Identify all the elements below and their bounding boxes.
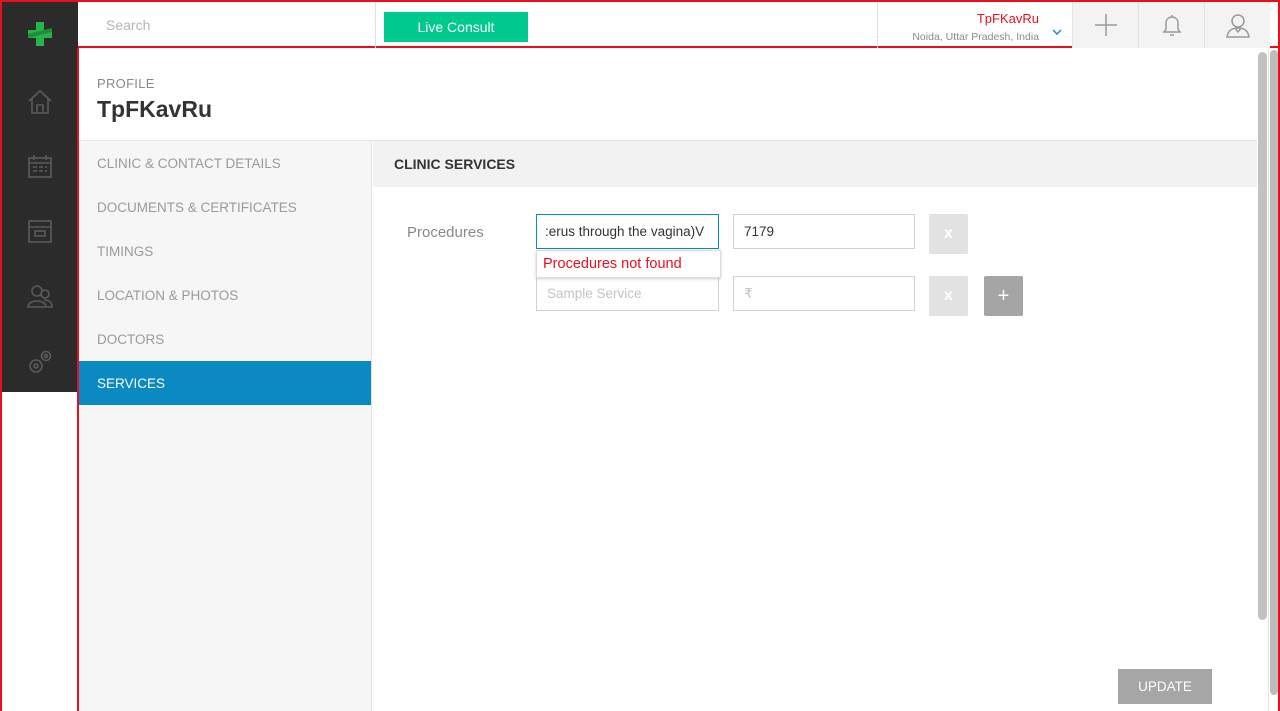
bell-icon[interactable] [1138,2,1204,48]
service-name-input[interactable] [536,214,719,249]
service-price-input[interactable] [733,214,915,249]
clinic-selector[interactable]: TpFKavRu Noida, Uttar Pradesh, India [877,2,1072,48]
user-icon[interactable] [1204,2,1270,48]
top-bar: Live Consult TpFKavRu Noida, Uttar Prade… [78,2,1278,48]
content-scrollbar-thumb[interactable] [1258,52,1267,620]
remove-new-service-button[interactable]: x [929,276,968,316]
update-button[interactable]: UPDATE [1118,669,1212,704]
section-title: CLINIC SERVICES [394,156,516,172]
practo-cross-logo[interactable] [2,2,78,66]
clinic-location: Noida, Uttar Pradesh, India [912,31,1039,43]
settings-icon[interactable] [2,330,78,394]
menu-item-timings[interactable]: TIMINGS [79,229,371,273]
page-title: TpFKavRu [97,96,212,122]
calendar-icon[interactable] [2,134,78,198]
chevron-down-icon [1052,23,1062,41]
profile-header: PROFILE TpFKavRu [79,50,1257,141]
live-consult-button[interactable]: Live Consult [384,12,528,42]
menu-item-clinic-contact[interactable]: CLINIC & CONTACT DETAILS [79,141,371,185]
home-icon[interactable] [2,70,78,134]
menu-item-doctors[interactable]: DOCTORS [79,317,371,361]
search-box [78,2,376,48]
menu-item-documents[interactable]: DOCUMENTS & CERTIFICATES [79,185,371,229]
new-service-name-input[interactable] [536,276,719,311]
plus-icon[interactable] [1072,2,1138,48]
remove-service-button[interactable]: x [929,214,968,254]
new-service-price-input[interactable] [733,276,915,311]
profile-kicker: PROFILE [97,76,155,91]
search-input[interactable] [78,2,375,48]
archive-icon[interactable] [2,199,78,263]
page-scrollbar-thumb[interactable] [1270,50,1278,695]
menu-item-services[interactable]: SERVICES [79,361,371,405]
profile-side-menu: CLINIC & CONTACT DETAILS DOCUMENTS & CER… [79,141,372,711]
section-header: CLINIC SERVICES [373,141,1257,187]
clinic-name: TpFKavRu [976,11,1039,26]
nav-gutter [2,392,78,711]
menu-item-location-photos[interactable]: LOCATION & PHOTOS [79,273,371,317]
add-service-button[interactable]: + [984,276,1023,316]
left-nav [2,2,78,392]
procedures-label: Procedures [407,224,484,241]
patients-icon[interactable] [2,264,78,328]
procedures-not-found-dropdown: Procedures not found [536,250,721,278]
